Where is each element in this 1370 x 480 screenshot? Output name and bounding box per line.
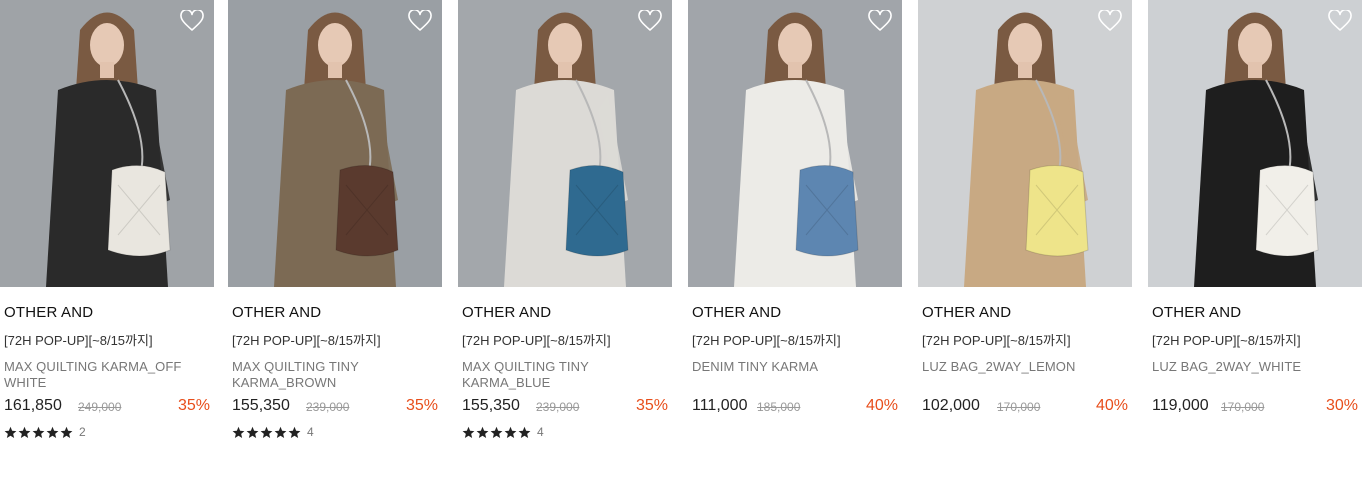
product-name[interactable]: DENIM TINY KARMA <box>692 359 892 391</box>
product-photo <box>688 0 902 287</box>
star-icon <box>476 426 489 438</box>
product-name[interactable]: LUZ BAG_2WAY_WHITE <box>1152 359 1352 391</box>
star-rating <box>4 426 73 439</box>
brand-name[interactable]: OTHER AND <box>4 304 214 322</box>
brand-name[interactable]: OTHER AND <box>922 304 1132 322</box>
rating: 4 <box>462 425 672 439</box>
product-photo <box>228 0 442 287</box>
promo-tag: [72H POP-UP][~8/15까지] <box>922 333 1071 348</box>
star-icon <box>232 426 245 438</box>
rating: 4 <box>232 425 442 439</box>
product-image[interactable] <box>1148 0 1362 287</box>
star-icon <box>462 426 475 438</box>
original-price: 239,000 <box>536 400 580 414</box>
star-icon <box>274 426 287 438</box>
brand-name[interactable]: OTHER AND <box>1152 304 1362 322</box>
product-image[interactable] <box>0 0 214 287</box>
price-row: 119,000 170,000 30% <box>1152 397 1358 417</box>
price-row: 155,350 239,000 35% <box>462 397 668 417</box>
discount-rate: 35% <box>405 397 438 414</box>
product-card[interactable]: OTHER AND [72H POP-UP][~8/15까지] MAX QUILTI… <box>228 0 442 439</box>
original-price: 170,000 <box>997 400 1041 414</box>
star-icon <box>504 426 517 438</box>
price-row: 102,000 170,000 40% <box>922 397 1128 417</box>
star-icon <box>32 426 45 438</box>
star-icon <box>60 426 73 438</box>
discount-rate: 40% <box>1095 397 1128 414</box>
sale-price: 161,850 <box>4 397 62 414</box>
star-icon <box>288 426 301 438</box>
product-name[interactable]: MAX QUILTING TINY KARMA_BROWN <box>232 359 432 391</box>
review-count: 4 <box>537 425 544 439</box>
promo-tag: [72H POP-UP][~8/15까지] <box>692 333 841 348</box>
product-image[interactable] <box>228 0 442 287</box>
brand-name[interactable]: OTHER AND <box>232 304 442 322</box>
product-photo <box>0 0 214 287</box>
star-icon <box>4 426 17 438</box>
sale-price: 119,000 <box>1152 397 1209 414</box>
product-card[interactable]: OTHER AND [72H POP-UP][~8/15까지] LUZ BAG_2W… <box>1148 0 1362 417</box>
star-icon <box>46 426 59 438</box>
price-row: 161,850 249,000 35% <box>4 397 210 417</box>
review-count: 2 <box>79 425 86 439</box>
star-icon <box>490 426 503 438</box>
heart-outline-icon[interactable] <box>1098 10 1122 32</box>
brand-name[interactable]: OTHER AND <box>692 304 902 322</box>
product-name[interactable]: MAX QUILTING KARMA_OFF WHITE <box>4 359 204 391</box>
price-row: 155,350 239,000 35% <box>232 397 438 417</box>
product-image[interactable] <box>688 0 902 287</box>
discount-rate: 35% <box>177 397 210 414</box>
heart-outline-icon[interactable] <box>1328 10 1352 32</box>
heart-outline-icon[interactable] <box>408 10 432 32</box>
original-price: 249,000 <box>78 400 122 414</box>
heart-outline-icon[interactable] <box>868 10 892 32</box>
star-icon <box>518 426 531 438</box>
original-price: 170,000 <box>1221 400 1265 414</box>
product-card[interactable]: OTHER AND [72H POP-UP][~8/15까지] MAX QUILTI… <box>458 0 672 439</box>
product-grid: OTHER AND [72H POP-UP][~8/15까지] MAX QUILTI… <box>0 0 1370 480</box>
product-photo <box>918 0 1132 287</box>
product-image[interactable] <box>458 0 672 287</box>
discount-rate: 35% <box>635 397 668 414</box>
brand-name[interactable]: OTHER AND <box>462 304 672 322</box>
star-icon <box>260 426 273 438</box>
promo-tag: [72H POP-UP][~8/15까지] <box>1152 333 1301 348</box>
product-photo <box>1148 0 1362 287</box>
star-icon <box>18 426 31 438</box>
product-card[interactable]: OTHER AND [72H POP-UP][~8/15까지] DENIM TINY… <box>688 0 902 417</box>
sale-price: 111,000 <box>692 397 748 414</box>
sale-price: 102,000 <box>922 397 980 414</box>
product-name[interactable]: LUZ BAG_2WAY_LEMON <box>922 359 1122 391</box>
product-image[interactable] <box>918 0 1132 287</box>
heart-outline-icon[interactable] <box>180 10 204 32</box>
promo-tag: [72H POP-UP][~8/15까지] <box>462 333 611 348</box>
original-price: 239,000 <box>306 400 350 414</box>
product-card[interactable]: OTHER AND [72H POP-UP][~8/15까지] LUZ BAG_2W… <box>918 0 1132 417</box>
discount-rate: 40% <box>865 397 898 414</box>
star-rating <box>232 426 301 439</box>
review-count: 4 <box>307 425 314 439</box>
promo-tag: [72H POP-UP][~8/15까지] <box>4 333 153 348</box>
rating: 2 <box>4 425 214 439</box>
heart-outline-icon[interactable] <box>638 10 662 32</box>
star-rating <box>462 426 531 439</box>
sale-price: 155,350 <box>232 397 290 414</box>
product-name[interactable]: MAX QUILTING TINY KARMA_BLUE <box>462 359 662 391</box>
sale-price: 155,350 <box>462 397 520 414</box>
product-card[interactable]: OTHER AND [72H POP-UP][~8/15까지] MAX QUILTI… <box>0 0 214 439</box>
price-row: 111,000 185,000 40% <box>692 397 898 417</box>
discount-rate: 30% <box>1325 397 1358 414</box>
promo-tag: [72H POP-UP][~8/15까지] <box>232 333 381 348</box>
product-photo <box>458 0 672 287</box>
original-price: 185,000 <box>757 400 801 414</box>
star-icon <box>246 426 259 438</box>
